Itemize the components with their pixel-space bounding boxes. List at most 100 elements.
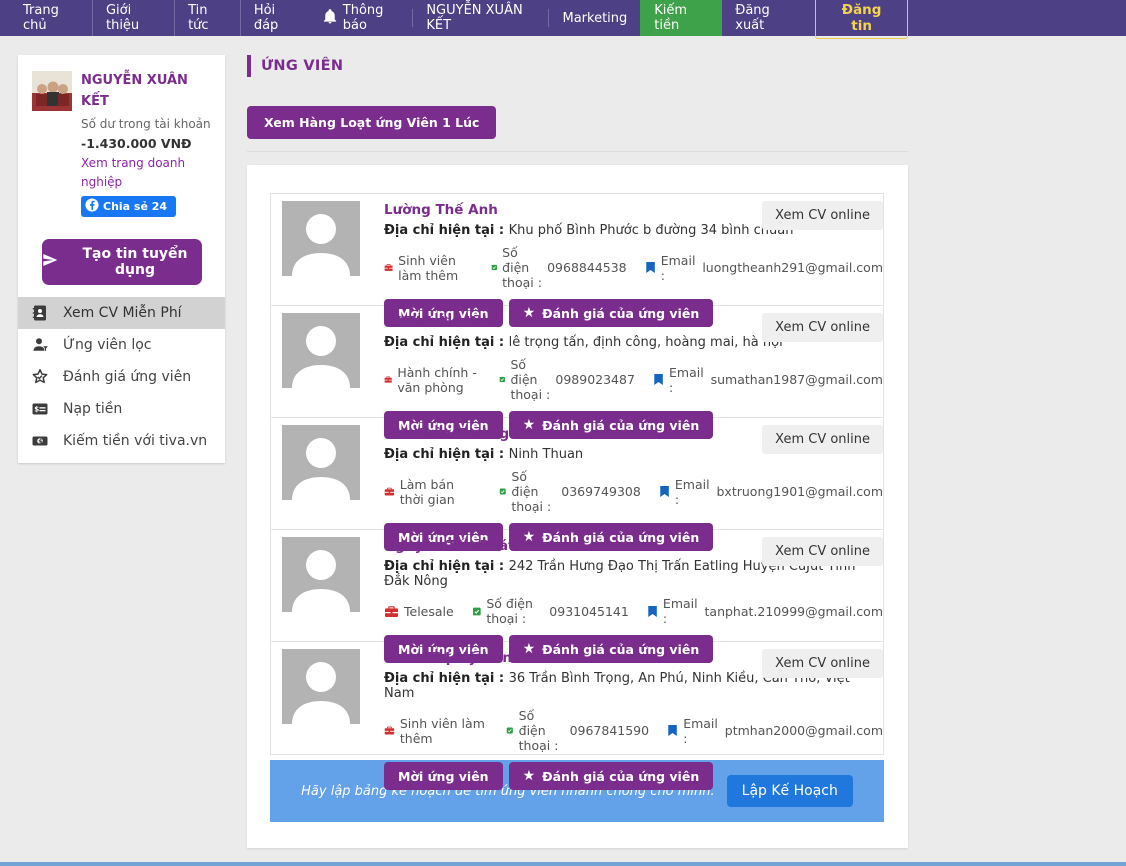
candidate-info-line: Sinh viên làm thêm Số điện thoại : 09688…	[384, 245, 883, 290]
category-value: Sinh viên làm thêm	[400, 716, 488, 746]
phone-check-icon	[499, 484, 506, 499]
candidate-avatar-placeholder	[282, 201, 360, 276]
company-page-link[interactable]: Xem trang doanh nghiệp	[81, 154, 213, 192]
nav-item-about[interactable]: Giới thiệu	[93, 0, 175, 36]
email-group: Email :ptmhan2000@gmail.com	[667, 716, 883, 746]
candidates-card: Lường Thế Anh Địa chỉ hiện tại : Khu phố…	[247, 165, 908, 848]
sidebar-item-label: Kiếm tiền với tiva.vn	[63, 433, 207, 449]
review-label: Đánh giá của ứng viên	[542, 769, 699, 784]
briefcase-icon	[384, 260, 393, 275]
candidate-info-line: Sinh viên làm thêm Số điện thoại : 09678…	[384, 708, 883, 753]
notifications-label: Thông báo	[343, 3, 401, 33]
address-label: Địa chỉ hiện tại :	[384, 447, 509, 462]
email-group: Email :sumathan1987@gmail.com	[653, 365, 883, 395]
category-value: Telesale	[404, 604, 454, 619]
sidebar-item-filtered-candidates[interactable]: Ứng viên lọc	[18, 329, 225, 361]
nav-item-news[interactable]: Tin tức	[175, 0, 241, 36]
nav-username[interactable]: NGUYỄN XUÂN KẾT	[413, 0, 548, 36]
phone-label: Số điện thoại :	[502, 245, 542, 290]
facebook-share-label: Chia sẻ 24	[103, 200, 167, 213]
category-group: Sinh viên làm thêm	[384, 253, 473, 283]
candidate-info-line: Làm bán thời gian Số điện thoại : 036974…	[384, 469, 883, 514]
page-title: ỨNG VIÊN	[247, 55, 908, 77]
nav-left-group: Trang chủ Giới thiệu Tin tức Hỏi đáp	[0, 0, 311, 36]
email-label: Email :	[663, 596, 700, 626]
bookmark-icon	[667, 723, 678, 738]
bookmark-icon	[659, 484, 670, 499]
sidebar-item-view-cv-free[interactable]: Xem CV Miễn Phí	[18, 297, 225, 329]
candidate-avatar-placeholder	[282, 425, 360, 500]
nav-item-faq[interactable]: Hỏi đáp	[241, 0, 311, 36]
sidebar-item-label: Xem CV Miễn Phí	[63, 305, 182, 321]
email-value: luongtheanh291@gmail.com	[702, 260, 883, 275]
address-label: Địa chỉ hiện tại :	[384, 335, 509, 350]
sidebar-item-label: Đánh giá ứng viên	[63, 369, 191, 385]
person-filter-icon	[31, 336, 49, 354]
facebook-icon	[85, 198, 99, 215]
category-value: Hành chính - văn phòng	[397, 365, 480, 395]
phone-value: 0369749308	[561, 484, 641, 499]
phone-value: 0989023487	[555, 372, 635, 387]
view-cv-online-button[interactable]: Xem CV online	[762, 313, 883, 342]
star-check-icon	[31, 368, 49, 386]
money-icon: $	[31, 432, 49, 450]
candidate-row: LÊ THI ÁI LINH Địa chỉ hiện tại : lê trọ…	[271, 306, 883, 418]
candidate-actions: Mời ứng viên ★Đánh giá của ứng viên	[384, 762, 883, 790]
profile-name: NGUYỄN XUÂN KẾT	[81, 71, 213, 113]
phone-group: Số điện thoại : 0989023487	[499, 357, 635, 402]
nav-item-marketing[interactable]: Marketing	[549, 0, 640, 36]
nav-item-earn-money[interactable]: Kiếm tiền	[640, 0, 722, 36]
candidates-list: Lường Thế Anh Địa chỉ hiện tại : Khu phố…	[270, 193, 884, 755]
phone-group: Số điện thoại : 0968844538	[491, 245, 627, 290]
balance-label: Số dư trong tài khoản	[81, 115, 213, 134]
profile-info: NGUYỄN XUÂN KẾT Số dư trong tài khoản -1…	[81, 71, 213, 218]
email-value: bxtruong1901@gmail.com	[717, 484, 884, 499]
candidate-avatar-placeholder	[282, 649, 360, 724]
review-candidate-button[interactable]: ★Đánh giá của ứng viên	[509, 762, 714, 790]
nav-right-group: Thông báo NGUYỄN XUÂN KẾT Marketing Kiếm…	[311, 0, 908, 36]
phone-label: Số điện thoại :	[511, 469, 556, 514]
phone-group: Số điện thoại : 0931045141	[472, 596, 629, 626]
nav-item-logout[interactable]: Đăng xuất	[722, 0, 807, 36]
candidate-avatar-placeholder	[282, 313, 360, 388]
sidebar-item-earn-with-tiva[interactable]: $ Kiếm tiền với tiva.vn	[18, 425, 225, 457]
category-group: Sinh viên làm thêm	[384, 716, 488, 746]
category-value: Sinh viên làm thêm	[398, 253, 472, 283]
category-group: Telesale	[384, 604, 454, 619]
briefcase-icon	[384, 604, 399, 619]
section-divider	[247, 151, 908, 152]
briefcase-icon	[384, 723, 395, 738]
briefcase-icon	[384, 484, 395, 499]
category-value: Làm bán thời gian	[400, 477, 481, 507]
bell-icon	[323, 9, 337, 28]
candidate-row: Nguyễn Tấn Phát Địa chỉ hiện tại : 242 T…	[271, 530, 883, 642]
page: Trang chủ Giới thiệu Tin tức Hỏi đáp Thô…	[0, 0, 1126, 866]
sidebar-item-top-up[interactable]: $ Nạp tiền	[18, 393, 225, 425]
address-label: Địa chỉ hiện tại :	[384, 671, 509, 686]
phone-check-icon	[472, 604, 482, 619]
bookmark-icon	[645, 260, 656, 275]
address-label: Địa chỉ hiện tại :	[384, 223, 509, 238]
notifications-button[interactable]: Thông báo	[311, 0, 413, 36]
bulk-view-candidates-button[interactable]: Xem Hàng Loạt ứng Viên 1 Lúc	[247, 106, 496, 139]
address-label: Địa chỉ hiện tại :	[384, 559, 509, 574]
invite-candidate-button[interactable]: Mời ứng viên	[384, 762, 503, 790]
phone-group: Số điện thoại : 0967841590	[506, 708, 649, 753]
email-label: Email :	[669, 365, 706, 395]
view-cv-online-button[interactable]: Xem CV online	[762, 649, 883, 678]
phone-label: Số điện thoại :	[519, 708, 565, 753]
create-job-post-button[interactable]: Tạo tin tuyển dụng	[42, 239, 202, 285]
phone-check-icon	[491, 260, 498, 275]
nav-item-home[interactable]: Trang chủ	[10, 0, 93, 36]
view-cv-online-button[interactable]: Xem CV online	[762, 201, 883, 230]
bookmark-icon	[647, 604, 658, 619]
phone-group: Số điện thoại : 0369749308	[499, 469, 641, 514]
view-cv-online-button[interactable]: Xem CV online	[762, 425, 883, 454]
sidebar-item-review-candidates[interactable]: Đánh giá ứng viên	[18, 361, 225, 393]
candidate-row: Phan Thị Mỹ Hân Địa chỉ hiện tại : 36 Tr…	[271, 642, 883, 754]
email-value: ptmhan2000@gmail.com	[725, 723, 883, 738]
view-cv-online-button[interactable]: Xem CV online	[762, 537, 883, 566]
main-content: ỨNG VIÊN Xem Hàng Loạt ứng Viên 1 Lúc Lư…	[247, 55, 908, 848]
post-job-button[interactable]: Đăng tin	[815, 0, 908, 39]
facebook-share-button[interactable]: Chia sẻ 24	[81, 196, 176, 217]
